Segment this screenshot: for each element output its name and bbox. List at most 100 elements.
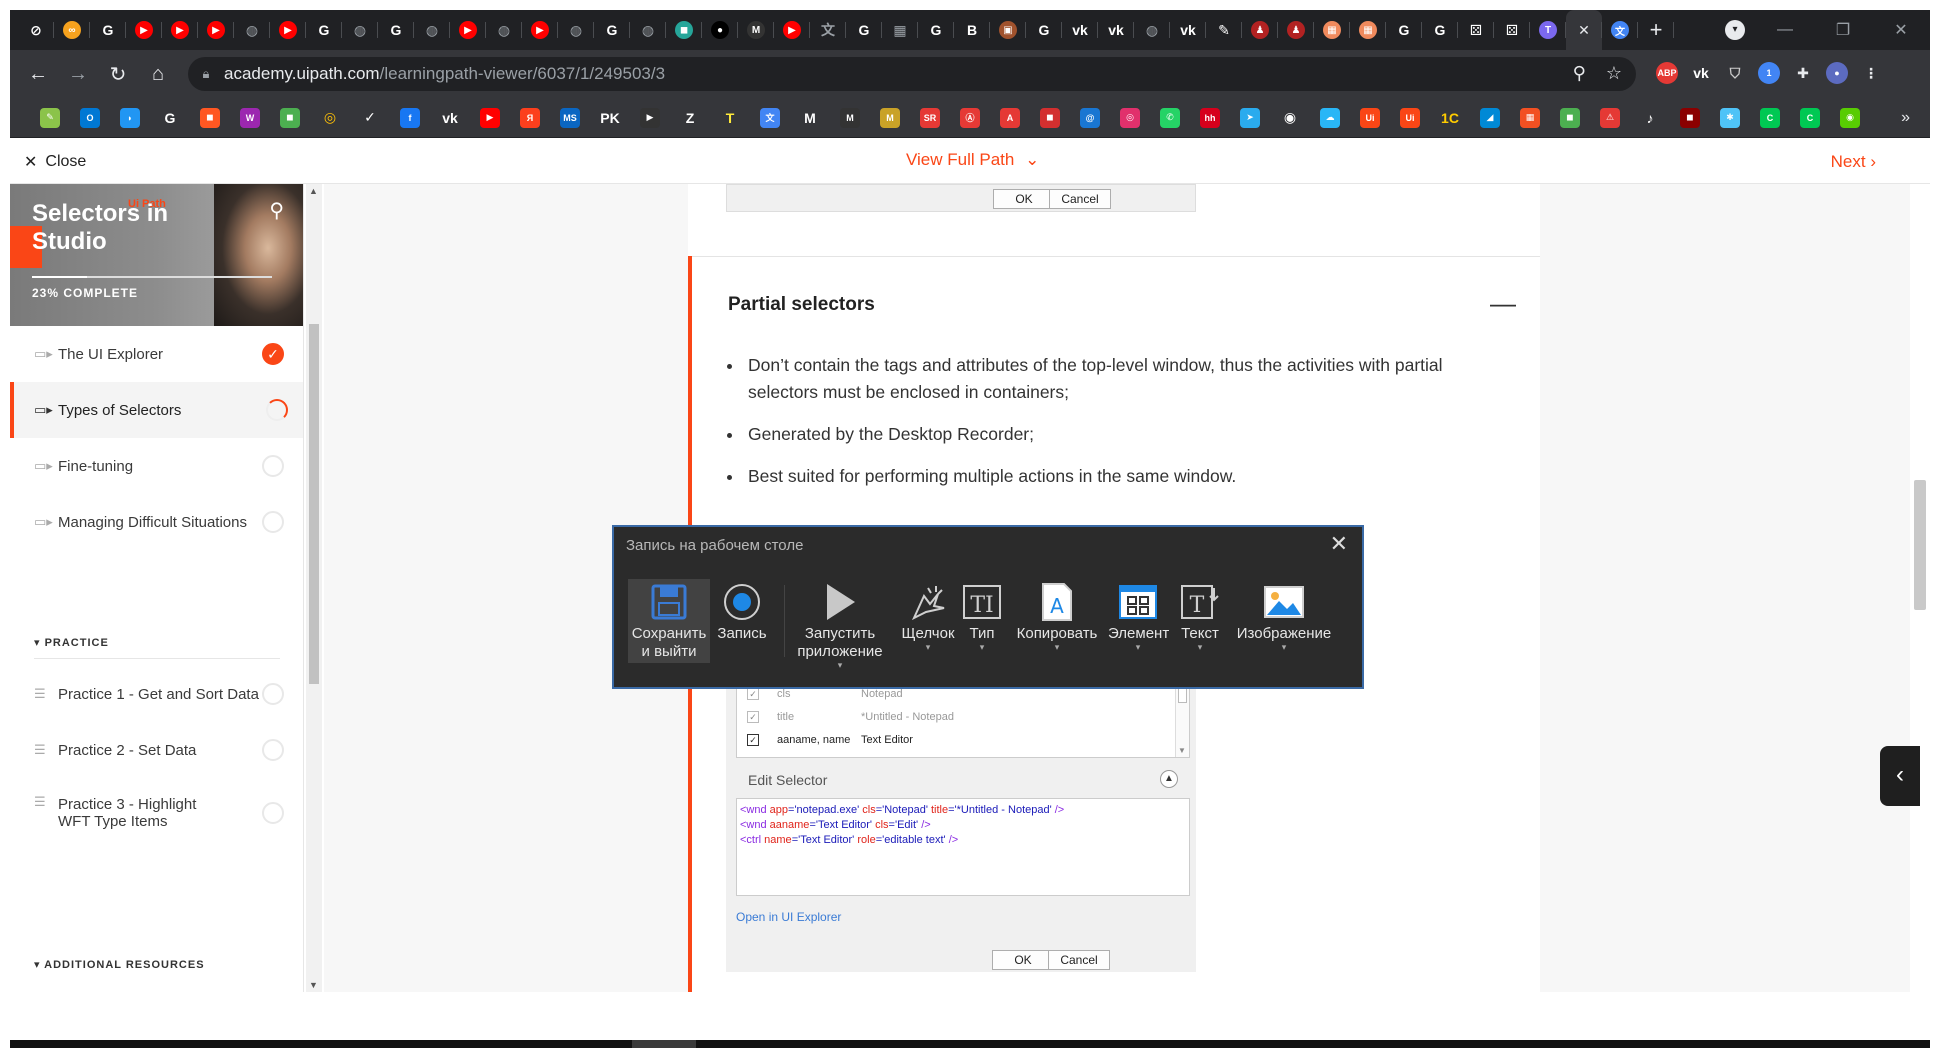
bookmark-item[interactable]: f: [390, 98, 430, 138]
bookmark-item[interactable]: M: [790, 98, 830, 138]
lesson-item[interactable]: ▭▸ Fine-tuning: [10, 438, 303, 494]
bookmark-item[interactable]: hh: [1190, 98, 1230, 138]
browser-tab[interactable]: ◍: [558, 10, 594, 50]
type-button[interactable]: TI Тип ▾: [960, 579, 1004, 663]
close-button[interactable]: ✕ Close: [24, 152, 86, 172]
bookmark-item[interactable]: MS: [550, 98, 590, 138]
bookmark-item[interactable]: ✓: [350, 98, 390, 138]
bookmark-item[interactable]: M: [830, 98, 870, 138]
expand-panel-button[interactable]: ‹: [1880, 746, 1920, 806]
recorder-close-button[interactable]: ✕: [1330, 531, 1348, 557]
bookmark-item[interactable]: 1C: [1430, 98, 1470, 138]
scroll-up-icon[interactable]: ▲: [309, 186, 318, 196]
browser-tab[interactable]: ⊘: [18, 10, 54, 50]
image-button[interactable]: Изображение ▾: [1232, 579, 1336, 663]
lesson-item[interactable]: ▭▸ Managing Difficult Situations: [10, 494, 303, 550]
launch-app-button[interactable]: Запустить приложение ▾: [792, 579, 888, 670]
bookmark-item[interactable]: ◼: [1550, 98, 1590, 138]
click-button[interactable]: Щелчок ▾: [898, 579, 958, 663]
browser-tab[interactable]: ♟: [1242, 10, 1278, 50]
close-icon[interactable]: ✕: [1578, 22, 1590, 39]
bookmark-item[interactable]: PK: [590, 98, 630, 138]
bookmark-item[interactable]: ◉: [1830, 98, 1870, 138]
reload-button[interactable]: ↻: [98, 62, 138, 87]
collapse-section-button[interactable]: —: [1490, 288, 1516, 319]
browser-tab[interactable]: ◍: [234, 10, 270, 50]
bookmark-item[interactable]: ☁: [1310, 98, 1350, 138]
vk-icon[interactable]: vk: [1690, 62, 1712, 84]
bookmark-item[interactable]: ✆: [1150, 98, 1190, 138]
browser-tab[interactable]: ∞: [54, 10, 90, 50]
bookmark-item[interactable]: A: [990, 98, 1030, 138]
record-button[interactable]: Запись: [714, 579, 770, 663]
browser-tab[interactable]: ◍: [486, 10, 522, 50]
bookmark-item[interactable]: ✱: [1710, 98, 1750, 138]
taskbar-active-app[interactable]: [632, 1040, 696, 1048]
browser-tab[interactable]: G: [846, 10, 882, 50]
content-scroll-thumb[interactable]: [1914, 480, 1926, 610]
bookmark-item[interactable]: ▶: [470, 98, 510, 138]
puzzle-icon[interactable]: ✚: [1792, 62, 1814, 84]
bookmark-item[interactable]: W: [230, 98, 270, 138]
browser-tab[interactable]: M: [738, 10, 774, 50]
next-button[interactable]: Next ›: [1831, 152, 1876, 172]
browser-tab[interactable]: vk: [1062, 10, 1098, 50]
address-input[interactable]: 🔒︎ academy.uipath.com/learningpath-viewe…: [188, 57, 1636, 91]
lesson-item[interactable]: ▭▸ Types of Selectors: [10, 382, 303, 438]
home-button[interactable]: ⌂: [138, 63, 178, 86]
browser-tab[interactable]: ◍: [414, 10, 450, 50]
content-scrollbar[interactable]: [1910, 184, 1930, 992]
tab-search-icon[interactable]: ▾: [1725, 20, 1745, 40]
browser-tab[interactable]: ▶: [450, 10, 486, 50]
bookmark-item[interactable]: 文: [750, 98, 790, 138]
search-icon[interactable]: ⚲: [269, 198, 284, 223]
bookmark-item[interactable]: Ui: [1390, 98, 1430, 138]
practice-item[interactable]: ☰ Practice 2 - Set Data: [10, 722, 303, 778]
browser-tab[interactable]: T: [1530, 10, 1566, 50]
bookmark-item[interactable]: Я: [510, 98, 550, 138]
element-button[interactable]: Элемент ▾: [1108, 579, 1169, 663]
bookmark-item[interactable]: ⚠: [1590, 98, 1630, 138]
bookmark-item[interactable]: ♪: [1630, 98, 1670, 138]
browser-tab[interactable]: G: [1386, 10, 1422, 50]
bookmark-item[interactable]: SR: [910, 98, 950, 138]
restore-button[interactable]: ❐: [1814, 20, 1872, 40]
view-full-path-button[interactable]: View Full Path ⌄: [906, 150, 1039, 170]
browser-tab[interactable]: ▦: [1350, 10, 1386, 50]
avatar-icon[interactable]: ●: [1826, 62, 1848, 84]
minimize-button[interactable]: —: [1756, 21, 1814, 39]
bookmark-item[interactable]: ◼: [190, 98, 230, 138]
browser-tab[interactable]: G: [918, 10, 954, 50]
browser-tab[interactable]: ◼: [666, 10, 702, 50]
bookmark-item[interactable]: ➤: [1230, 98, 1270, 138]
adblock-icon[interactable]: ABP: [1656, 62, 1678, 84]
bookmark-item[interactable]: Ui: [1350, 98, 1390, 138]
bookmark-item[interactable]: Z: [670, 98, 710, 138]
bookmark-item[interactable]: M: [870, 98, 910, 138]
bookmark-item[interactable]: O: [70, 98, 110, 138]
save-and-exit-button[interactable]: Сохранить и выйти: [628, 579, 710, 663]
browser-tab[interactable]: G: [594, 10, 630, 50]
bookmark-item[interactable]: ◗: [110, 98, 150, 138]
bookmarks-overflow-button[interactable]: »: [1901, 109, 1910, 127]
browser-tab[interactable]: ▶: [522, 10, 558, 50]
ext-badge-icon[interactable]: 1: [1758, 62, 1780, 84]
browser-tab[interactable]: ▦: [882, 10, 918, 50]
browser-tab[interactable]: ◍: [342, 10, 378, 50]
browser-tab[interactable]: ▶: [774, 10, 810, 50]
browser-tab[interactable]: ▶: [270, 10, 306, 50]
browser-tab[interactable]: ◍: [630, 10, 666, 50]
browser-tab[interactable]: ▶: [126, 10, 162, 50]
browser-tab[interactable]: G: [90, 10, 126, 50]
browser-tab[interactable]: ▦: [1314, 10, 1350, 50]
bookmark-item[interactable]: ◢: [1470, 98, 1510, 138]
bookmark-item[interactable]: ▶: [630, 98, 670, 138]
practice-item[interactable]: ☰ Practice 1 - Get and Sort Data: [10, 666, 303, 722]
browser-tab[interactable]: ▶: [198, 10, 234, 50]
bookmark-item[interactable]: ◼: [1670, 98, 1710, 138]
bookmark-star-icon[interactable]: ☆: [1606, 63, 1622, 84]
shield-icon[interactable]: ⛉: [1724, 62, 1746, 84]
browser-tab[interactable]: 文: [810, 10, 846, 50]
browser-tab[interactable]: ✎: [1206, 10, 1242, 50]
browser-tab[interactable]: vk: [1170, 10, 1206, 50]
